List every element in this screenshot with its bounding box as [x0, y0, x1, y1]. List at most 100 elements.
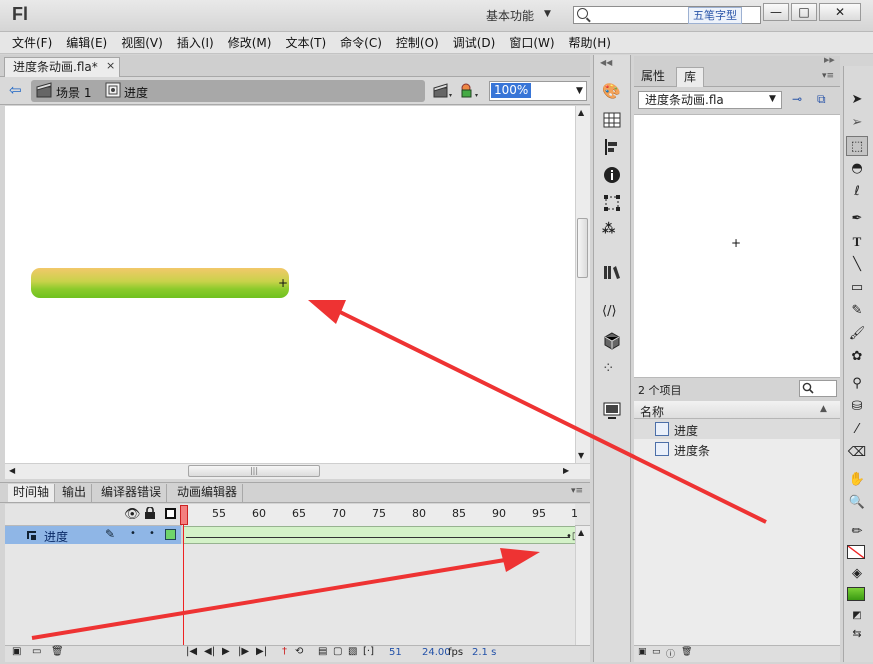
document-tab[interactable]: 进度条动画.fla* [4, 57, 120, 77]
maximize-button[interactable]: □ [791, 3, 817, 21]
free-transform-tool-icon[interactable]: ⬚ [846, 136, 868, 156]
deco-tool-icon[interactable]: ✿ [846, 347, 868, 367]
onion-skin-icon[interactable]: ▤ [318, 646, 327, 657]
stage-vertical-scrollbar[interactable] [575, 106, 590, 463]
menu-file[interactable]: 文件(F) [5, 34, 59, 51]
new-library-panel-icon[interactable]: ⧉ [817, 92, 826, 107]
collapse-panel-icon[interactable]: ▶▶ [824, 56, 835, 64]
bone-tool-icon[interactable]: ⚲ [846, 374, 868, 394]
pencil-icon[interactable]: ✎ [105, 527, 115, 541]
tab-properties[interactable]: 属性 [636, 68, 670, 86]
properties-icon[interactable]: ⓘ [666, 647, 675, 660]
column-name[interactable]: 名称 [640, 403, 664, 420]
library-column-header[interactable] [634, 401, 840, 419]
delete-icon[interactable]: 🗑 [681, 647, 692, 657]
menu-view[interactable]: 视图(V) [114, 34, 170, 51]
new-symbol-icon[interactable]: ▣ [638, 647, 647, 657]
eyedropper-tool-icon[interactable]: ⁄ [846, 420, 868, 440]
outline-icon[interactable] [165, 508, 176, 519]
fill-color-icon[interactable]: ◈ [846, 564, 868, 584]
library-file-select[interactable]: 进度条动画.fla [638, 91, 782, 109]
current-frame[interactable]: 51 [389, 647, 402, 658]
edit-scene-icon[interactable] [433, 82, 453, 100]
back-arrow-icon[interactable]: ⇦ [9, 81, 22, 99]
eye-icon[interactable]: 👁 [124, 507, 141, 522]
last-frame-icon[interactable]: ▶| [256, 646, 267, 657]
layer-color-icon[interactable] [165, 529, 176, 540]
sort-icon[interactable]: ▲ [820, 404, 827, 414]
ime-status[interactable]: 五笔字型 [688, 7, 742, 24]
chevron-down-icon[interactable]: ▼ [769, 94, 776, 104]
menu-text[interactable]: 文本(T) [278, 34, 333, 51]
scroll-right-icon[interactable]: ▶ [563, 466, 569, 475]
code-snippets-icon[interactable]: ⟨/⟩ [602, 304, 622, 324]
collapse-dock-icon[interactable]: ◀◀ [600, 58, 628, 67]
motion-presets-icon[interactable]: ⁘ [602, 359, 622, 379]
close-button[interactable]: ✕ [819, 3, 861, 21]
playhead[interactable] [180, 505, 188, 525]
stage-vertical-scroll-thumb[interactable] [577, 218, 588, 278]
3d-rotation-tool-icon[interactable]: ◓ [846, 159, 868, 179]
stroke-swatch[interactable] [847, 545, 865, 559]
library-item-name[interactable]: 进度 [674, 422, 698, 439]
new-folder-icon[interactable]: ▭ [32, 646, 41, 657]
lock-dot-icon[interactable]: • [149, 528, 155, 539]
play-icon[interactable]: ▶ [222, 646, 230, 657]
library-item-name[interactable]: 进度条 [674, 442, 710, 459]
fill-swatch[interactable] [847, 587, 865, 601]
components-library-icon[interactable] [602, 262, 622, 282]
visibility-dot-icon[interactable]: • [130, 528, 136, 539]
menu-debug[interactable]: 调试(D) [446, 34, 503, 51]
stage-horizontal-scroll-thumb[interactable]: ||| [188, 465, 320, 477]
swatches-icon[interactable] [602, 110, 622, 130]
text-tool-icon[interactable]: T [846, 232, 868, 252]
first-frame-icon[interactable]: |◀ [186, 646, 197, 657]
lasso-tool-icon[interactable]: ℓ [846, 182, 868, 202]
line-tool-icon[interactable]: ╲ [846, 255, 868, 275]
subselection-tool-icon[interactable]: ➢ [846, 113, 868, 133]
pin-library-icon[interactable]: ⊸ [792, 92, 802, 106]
tab-library[interactable]: 库 [676, 67, 705, 87]
components-icon[interactable] [602, 331, 622, 351]
prev-frame-icon[interactable]: ◀| [204, 646, 215, 657]
zoom-tool-icon[interactable]: 🔍 [846, 493, 868, 513]
frame-rate[interactable]: 24.00 [422, 647, 451, 658]
close-tab-icon[interactable]: × [106, 59, 115, 72]
menu-window[interactable]: 窗口(W) [502, 34, 561, 51]
panel-menu-icon[interactable]: ▾≡ [822, 71, 834, 81]
eraser-tool-icon[interactable]: ⌫ [846, 443, 868, 463]
delete-layer-icon[interactable]: 🗑 [51, 646, 64, 657]
workspace-switcher[interactable]: 基本功能 [486, 7, 534, 24]
rectangle-tool-icon[interactable]: ▭ [846, 278, 868, 298]
align-icon[interactable] [602, 137, 622, 157]
chevron-down-icon[interactable]: ▼ [544, 9, 551, 19]
loop-icon[interactable]: ⟲ [295, 646, 303, 657]
scroll-up-icon[interactable]: ▲ [578, 108, 584, 117]
scroll-left-icon[interactable]: ◀ [9, 466, 15, 475]
chevron-down-icon[interactable]: ▼ [576, 86, 583, 96]
onion-markers-icon[interactable]: [·] [363, 646, 374, 657]
breadcrumb-symbol[interactable]: 进度 [124, 84, 148, 101]
timeline-vertical-scrollbar[interactable] [575, 526, 590, 645]
edit-multiple-frames-icon[interactable]: ▧ [348, 646, 357, 657]
stroke-color-icon[interactable]: ✏ [846, 522, 868, 542]
scroll-down-icon[interactable]: ▼ [578, 451, 584, 460]
new-folder-icon[interactable]: ▭ [652, 647, 661, 657]
panel-menu-icon[interactable]: ▾≡ [571, 486, 583, 496]
timeline-layer-area[interactable] [5, 544, 575, 645]
progress-bar-shape[interactable] [31, 268, 289, 298]
next-frame-icon[interactable]: |▶ [238, 646, 249, 657]
lock-icon[interactable] [144, 507, 156, 520]
tab-output[interactable]: 输出 [57, 484, 93, 502]
menu-commands[interactable]: 命令(C) [333, 34, 389, 51]
library-panel-grip[interactable] [634, 56, 840, 66]
info-icon[interactable] [602, 165, 622, 185]
scroll-up-icon[interactable]: ▲ [578, 528, 584, 537]
menu-control[interactable]: 控制(O) [389, 34, 446, 51]
transform-icon[interactable] [602, 193, 622, 213]
menu-insert[interactable]: 插入(I) [170, 34, 221, 51]
menu-edit[interactable]: 编辑(E) [59, 34, 114, 51]
new-layer-icon[interactable]: ▣ [12, 646, 21, 657]
tab-timeline[interactable]: 时间轴 [8, 484, 56, 502]
default-colors-icon[interactable]: ◩ [846, 606, 868, 626]
